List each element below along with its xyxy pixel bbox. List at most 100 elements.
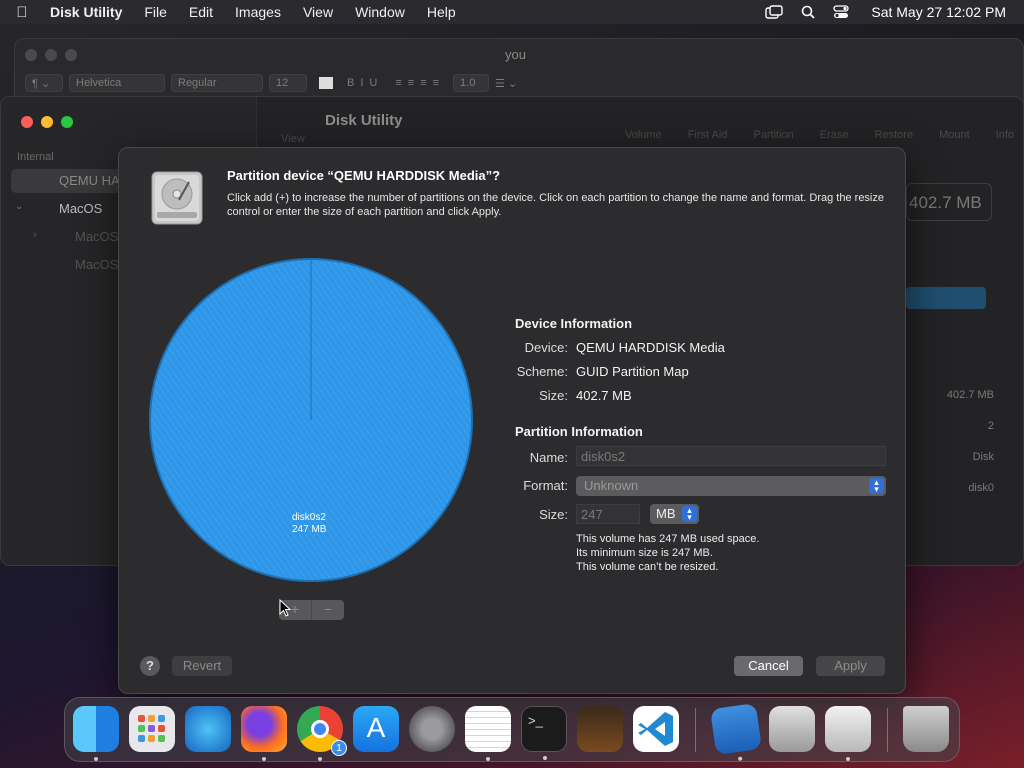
cancel-button[interactable]: Cancel [734,656,803,676]
close-button[interactable] [21,116,33,128]
menu-app-name[interactable]: Disk Utility [44,4,133,20]
used-space-note: This volume has 247 MB used space. [576,533,760,545]
sysprefs-utility-icon[interactable] [710,703,762,761]
revert-button[interactable]: Revert [172,656,232,676]
garageband-icon[interactable] [577,706,623,752]
terminal-icon[interactable]: >_ [521,706,567,760]
screen-mirror-icon[interactable] [765,5,784,19]
name-label: Name: [529,450,568,465]
toolbar-volume[interactable]: Volume [625,129,662,141]
unit-select-value: MB [656,506,676,521]
menu-edit[interactable]: Edit [178,4,224,20]
menu-help[interactable]: Help [416,4,467,20]
format-label: Format: [523,478,568,493]
pie-label-size: 247 MB [292,524,327,535]
partition-sheet: Partition device “QEMU HARDDISK Media”? … [118,147,906,694]
info-type: Disk [972,451,994,463]
close-button[interactable] [25,49,37,61]
dock: 1 A >_ [64,697,960,762]
menu-window[interactable]: Window [344,4,416,20]
sheet-title: Partition device “QEMU HARDDISK Media”? [227,168,501,183]
chevron-updown-icon: ▴ ▾ [869,478,884,494]
info-child-count: 2 [987,420,994,432]
chrome-icon[interactable]: 1 [297,706,347,761]
chevron-updown-icon: ▴ ▾ [682,506,697,522]
control-center-icon[interactable] [833,5,850,19]
menu-view[interactable]: View [292,4,344,20]
disk-utility-icon[interactable] [825,706,871,761]
safari-icon[interactable] [185,706,231,752]
resize-note: This volume can’t be resized. [576,561,719,573]
partition-name-field[interactable]: disk0s2 [576,446,886,466]
info-capacity: 402.7 MB [946,389,994,401]
mouse-pointer-icon [279,599,291,617]
app-store-icon[interactable]: A [353,706,399,752]
spacing-select[interactable]: 1.0 [453,74,490,92]
view-button[interactable]: View [281,133,305,145]
search-icon[interactable] [801,5,815,19]
trash-icon[interactable] [903,706,949,752]
window-title: you [505,47,526,62]
zoom-button[interactable] [61,116,73,128]
vscode-icon[interactable] [633,706,679,752]
align-left-icon[interactable]: ≡ [395,77,401,89]
help-button[interactable]: ? [140,656,160,676]
sheet-description: Click add (+) to increase the number of … [227,192,884,218]
bold-icon[interactable]: B [347,77,354,89]
hard-drive-icon [151,171,203,225]
apply-button[interactable]: Apply [816,656,885,676]
dock-separator [695,708,696,752]
apple-menu-icon[interactable]:  [0,4,44,21]
partition-size-field[interactable]: 247 [576,504,640,524]
sidebar-header: Internal [17,151,54,163]
usage-bar [906,287,986,309]
align-right-icon[interactable]: ≡ [420,77,426,89]
toolbar-partition[interactable]: Partition [753,129,793,141]
minimize-button[interactable] [45,49,57,61]
menu-bar:  Disk Utility File Edit Images View Win… [0,0,1024,24]
unit-select[interactable]: MB ▴ ▾ [650,504,699,524]
format-bar: ¶ ⌄ Helvetica Regular 12 B I U ≡ ≡ ≡ ≡ 1… [25,72,1013,94]
toolbar-mount[interactable]: Mount [939,129,970,141]
font-select[interactable]: Helvetica [69,74,165,92]
toolbar-info[interactable]: Info [996,129,1014,141]
text-color-swatch[interactable] [319,77,333,89]
disclosure-chevron-icon[interactable]: ⌄ [15,201,23,212]
capacity-display: 402.7 MB [906,183,992,221]
disclosure-arrow-icon[interactable]: › [33,229,37,241]
paragraph-style-icon[interactable]: ¶ ⌄ [25,74,63,92]
italic-icon[interactable]: I [360,77,363,89]
remove-partition-button[interactable]: − [311,600,344,620]
justify-icon[interactable]: ≡ [433,77,439,89]
device-size-value: 402.7 MB [576,388,632,403]
chrome-badge: 1 [331,740,347,756]
firefox-icon[interactable] [241,706,287,761]
menu-file[interactable]: File [133,4,178,20]
toolbar-first-aid[interactable]: First Aid [688,129,728,141]
device-info-heading: Device Information [515,316,633,331]
window-title: Disk Utility [325,112,403,129]
style-select[interactable]: Regular [171,74,263,92]
underline-icon[interactable]: U [369,77,377,89]
textedit-icon[interactable] [465,706,511,761]
toolbar: Volume First Aid Partition Erase Restore… [625,129,1014,141]
minimize-button[interactable] [41,116,53,128]
toolbar-restore[interactable]: Restore [875,129,914,141]
device-label: Device: [524,340,568,355]
boot-camp-icon[interactable] [769,706,815,752]
pie-label-name: disk0s2 [292,512,326,523]
partition-size-label: Size: [539,507,568,522]
device-size-label: Size: [539,388,568,403]
menu-clock[interactable]: Sat May 27 12:02 PM [871,4,1006,20]
zoom-button[interactable] [65,49,77,61]
toolbar-erase[interactable]: Erase [820,129,849,141]
finder-icon[interactable] [73,706,119,761]
scheme-value: GUID Partition Map [576,364,689,379]
format-select[interactable]: Unknown ▴ ▾ [576,476,886,496]
menu-images[interactable]: Images [224,4,292,20]
size-select[interactable]: 12 [269,74,307,92]
launchpad-icon[interactable] [129,706,175,752]
list-icon[interactable]: ☰ ⌄ [495,77,517,90]
align-center-icon[interactable]: ≡ [408,77,414,89]
system-settings-icon[interactable] [409,706,455,752]
